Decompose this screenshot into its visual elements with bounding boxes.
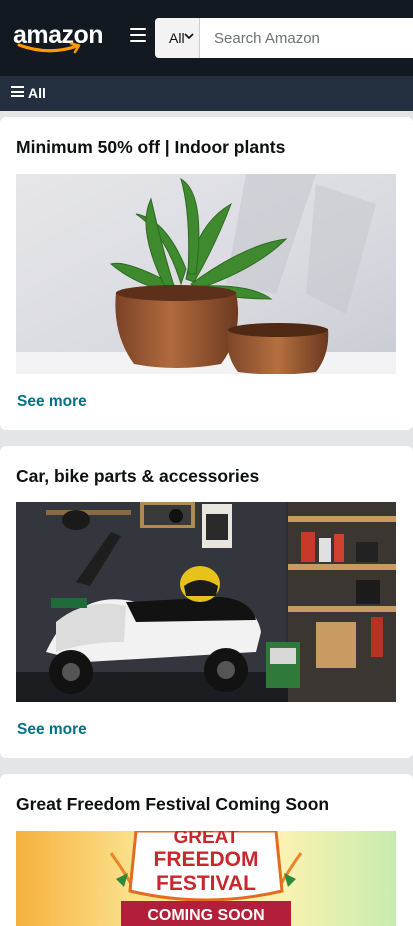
top-header: amazon All [0,0,413,76]
festival-banner[interactable]: GREAT FREEDOM FESTIVAL COMING SOON [16,831,396,926]
car-bike-parts-image[interactable] [16,502,396,702]
deal-card-great-freedom-festival: Great Freedom Festival Coming Soon GREAT… [0,774,413,926]
banner-line-great: GREAT [173,831,238,848]
see-more-link[interactable]: See more [17,721,87,739]
all-menu-button[interactable]: All [11,85,46,101]
hamburger-menu-icon[interactable] [130,28,146,44]
card-title: Minimum 50% off | Indoor plants [16,137,286,157]
see-more-link[interactable]: See more [17,393,87,411]
all-menu-label: All [28,85,46,101]
deal-card-car-bike-parts: Car, bike parts & accessories See more [0,446,413,758]
amazon-logo[interactable]: amazon [13,20,109,56]
card-title: Car, bike parts & accessories [16,466,260,486]
search-category-value: All [169,30,185,46]
chevron-down-icon [184,33,194,40]
hamburger-icon [11,86,24,100]
banner-line-freedom: FREEDOM [154,848,259,871]
search-bar: All [155,18,413,58]
logo-smile-icon [17,42,81,54]
card-title: Great Freedom Festival Coming Soon [16,794,330,814]
banner-line-festival: FESTIVAL [156,872,256,895]
deal-card-indoor-plants: Minimum 50% off | Indoor plants See more [0,117,413,430]
search-category-dropdown[interactable]: All [155,18,200,58]
indoor-plants-image[interactable] [16,174,396,374]
sub-navigation: All [0,76,413,111]
search-input[interactable] [200,18,413,58]
banner-line-coming-soon: COMING SOON [147,907,264,924]
